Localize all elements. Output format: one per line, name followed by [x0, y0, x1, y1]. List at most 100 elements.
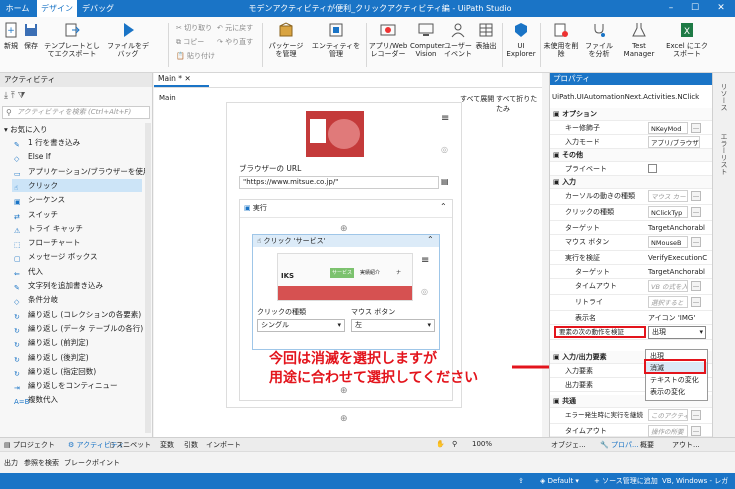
- table-extract-button[interactable]: 表抽出: [473, 21, 499, 50]
- manage-packages-button[interactable]: パッケージを管理: [266, 21, 306, 58]
- activity-item[interactable]: ☝ クリック: [12, 178, 142, 192]
- menu-icon[interactable]: ≡: [421, 255, 429, 266]
- ellipsis-button[interactable]: …: [691, 297, 701, 307]
- tab-object[interactable]: オブジェ...: [551, 440, 586, 450]
- collapse-icon[interactable]: ⌃: [440, 202, 447, 211]
- activity-item[interactable]: ✎ 文字列を追加書き込み: [14, 279, 103, 292]
- tab-breakpoints[interactable]: ブレークポイント: [64, 458, 120, 468]
- category-misc[interactable]: ▣ その他: [550, 149, 713, 162]
- prop-value[interactable]: アイコン 'IMG': [648, 311, 695, 325]
- minimize-icon[interactable]: –: [660, 0, 682, 17]
- favorites-group[interactable]: ▾ お気に入り: [4, 123, 48, 136]
- click-activity[interactable]: ☝ クリック 'サービス' ⌃ IKS サービス 実績紹介 ナ ≡ ◎ クリック…: [252, 234, 440, 350]
- tab-output[interactable]: 出力: [4, 458, 18, 468]
- activity-item[interactable]: A=B複数代入: [14, 393, 58, 406]
- app-web-recorder-button[interactable]: アプリ/Web レコーダー: [368, 21, 408, 58]
- prop-value[interactable]: NClickTyp: [648, 206, 688, 218]
- click-type-select[interactable]: シングル ▾: [257, 319, 345, 332]
- ellipsis-button[interactable]: …: [691, 281, 701, 291]
- dropdown-option-visual-change[interactable]: 表示の変化: [646, 386, 707, 398]
- activity-item[interactable]: ⬚ フローチャート: [14, 236, 80, 249]
- expand-all-link[interactable]: すべて展開: [460, 94, 494, 104]
- tab-outline[interactable]: アウト...: [672, 440, 700, 450]
- add-activity-icon[interactable]: ⊕: [340, 414, 348, 424]
- ellipsis-button[interactable]: …: [691, 237, 701, 247]
- add-activity-icon[interactable]: ⊕: [340, 224, 348, 234]
- activity-item[interactable]: ⚠ トライ キャッチ: [14, 222, 83, 235]
- menu-icon[interactable]: ≡: [441, 113, 449, 124]
- hand-icon[interactable]: ✋: [436, 440, 445, 448]
- collapse-icon[interactable]: ⤒: [11, 91, 15, 101]
- resources-tab[interactable]: リソース: [719, 83, 729, 111]
- copy-button[interactable]: ⧉ コピー: [176, 37, 204, 47]
- ellipsis-button[interactable]: …: [691, 191, 701, 201]
- target-icon[interactable]: ◎: [441, 145, 448, 154]
- target-icon[interactable]: ◎: [421, 287, 428, 296]
- ellipsis-button[interactable]: …: [691, 410, 701, 420]
- zoom-level[interactable]: 100%: [472, 440, 492, 448]
- error-list-tab[interactable]: エラーリスト: [719, 133, 729, 175]
- filter-icon[interactable]: ⧩: [18, 91, 26, 101]
- tab-design[interactable]: デザイン: [37, 0, 77, 17]
- prop-value[interactable]: このアクティ: [648, 409, 688, 421]
- activity-item[interactable]: ↻ 繰り返し (コレクションの各要素): [14, 308, 141, 321]
- tab-imports[interactable]: インポート: [206, 440, 241, 450]
- maximize-icon[interactable]: ☐: [684, 0, 706, 17]
- activity-item[interactable]: ↻ 繰り返し (指定回数): [14, 365, 96, 378]
- close-icon[interactable]: ✕: [710, 0, 732, 17]
- activity-item[interactable]: ⇥ 繰り返しをコンティニュー: [14, 379, 118, 392]
- collapse-icon[interactable]: ⌃: [427, 235, 434, 244]
- prop-value[interactable]: NMouseB: [648, 236, 688, 248]
- paste-button[interactable]: 📋 貼り付け: [176, 51, 215, 61]
- tab-debug[interactable]: デバッグ: [80, 0, 116, 17]
- dropdown-option-text-change[interactable]: テキストの変化: [646, 374, 707, 386]
- cut-button[interactable]: ✂ 切り取り: [176, 23, 212, 33]
- element-action-select[interactable]: 出現 ▾: [648, 326, 706, 339]
- activity-item[interactable]: ◇ 条件分岐: [14, 293, 58, 306]
- doc-tab-main[interactable]: Main * ✕: [154, 73, 209, 87]
- activity-item[interactable]: ↻ 繰り返し (後判定): [14, 351, 89, 364]
- activity-item[interactable]: ◇ Else If: [14, 150, 51, 163]
- prop-value[interactable]: VerifyExecutionC: [648, 251, 707, 265]
- ellipsis-button[interactable]: …: [691, 207, 701, 217]
- expand-icon[interactable]: ⤓: [4, 91, 8, 101]
- export-template-button[interactable]: テンプレートとしてエクスポート: [42, 21, 102, 58]
- browser-url-input[interactable]: "https://www.mitsue.co.jp/": [239, 176, 439, 189]
- debug-file-button[interactable]: ファイルをデバッグ: [104, 21, 152, 58]
- save-button[interactable]: 保存: [21, 21, 41, 50]
- test-manager-button[interactable]: Test Manager: [620, 21, 658, 58]
- source-control-button[interactable]: + ソース管理に追加: [594, 473, 658, 489]
- prop-value[interactable]: NKeyMod: [648, 122, 688, 134]
- upload-icon[interactable]: ⇪: [518, 473, 524, 489]
- user-events-button[interactable]: ユーザー イベント: [444, 21, 472, 58]
- search-icon[interactable]: ⚲: [452, 440, 457, 448]
- ui-explorer-button[interactable]: UI Explorer: [505, 21, 537, 58]
- activity-item[interactable]: ▣ シーケンス: [14, 193, 65, 206]
- tab-arguments[interactable]: 引数: [184, 440, 198, 450]
- ellipsis-button[interactable]: …: [691, 426, 701, 436]
- manage-entities-button[interactable]: エンティティを管理: [310, 21, 362, 58]
- tab-project[interactable]: ▤ プロジェクト: [4, 440, 55, 450]
- close-tab-icon[interactable]: ✕: [184, 74, 190, 83]
- environment-selector[interactable]: ◈ Default ▾: [540, 473, 579, 489]
- prop-value[interactable]: TargetAnchorabl: [648, 265, 705, 279]
- prop-value[interactable]: 操作の所要: [648, 425, 688, 437]
- activity-item[interactable]: ▭ アプリケーション/ブラウザーを使用: [14, 165, 150, 178]
- mouse-button-select[interactable]: 左 ▾: [351, 319, 435, 332]
- prop-value[interactable]: アプリ/ブラウザーと: [648, 136, 700, 148]
- tab-home[interactable]: ホーム: [0, 0, 35, 17]
- activity-item[interactable]: ✎ 1 行を書き込み: [14, 136, 80, 149]
- computer-vision-button[interactable]: Computer Vision: [410, 21, 445, 58]
- private-checkbox[interactable]: [648, 164, 657, 173]
- activity-search[interactable]: ⚲ アクティビティを検索 (Ctrl+Alt+F): [2, 106, 150, 119]
- activity-item[interactable]: ↻ 繰り返し (データ テーブルの各行): [14, 322, 143, 335]
- tab-properties[interactable]: 🔧 プロパ...: [600, 440, 639, 450]
- activity-item[interactable]: ↻ 繰り返し (前判定): [14, 336, 89, 349]
- tab-find-references[interactable]: 参照を検索: [24, 458, 59, 468]
- undo-button[interactable]: ↶ 元に戻す: [217, 23, 253, 33]
- remove-unused-button[interactable]: 未使用を削除: [543, 21, 579, 58]
- prop-value[interactable]: マウス カーソ: [648, 190, 688, 202]
- activity-item[interactable]: ⇄ スイッチ: [14, 208, 58, 221]
- prop-value[interactable]: 選択すると: [648, 296, 688, 308]
- category-options[interactable]: ▣ オプション: [550, 108, 713, 121]
